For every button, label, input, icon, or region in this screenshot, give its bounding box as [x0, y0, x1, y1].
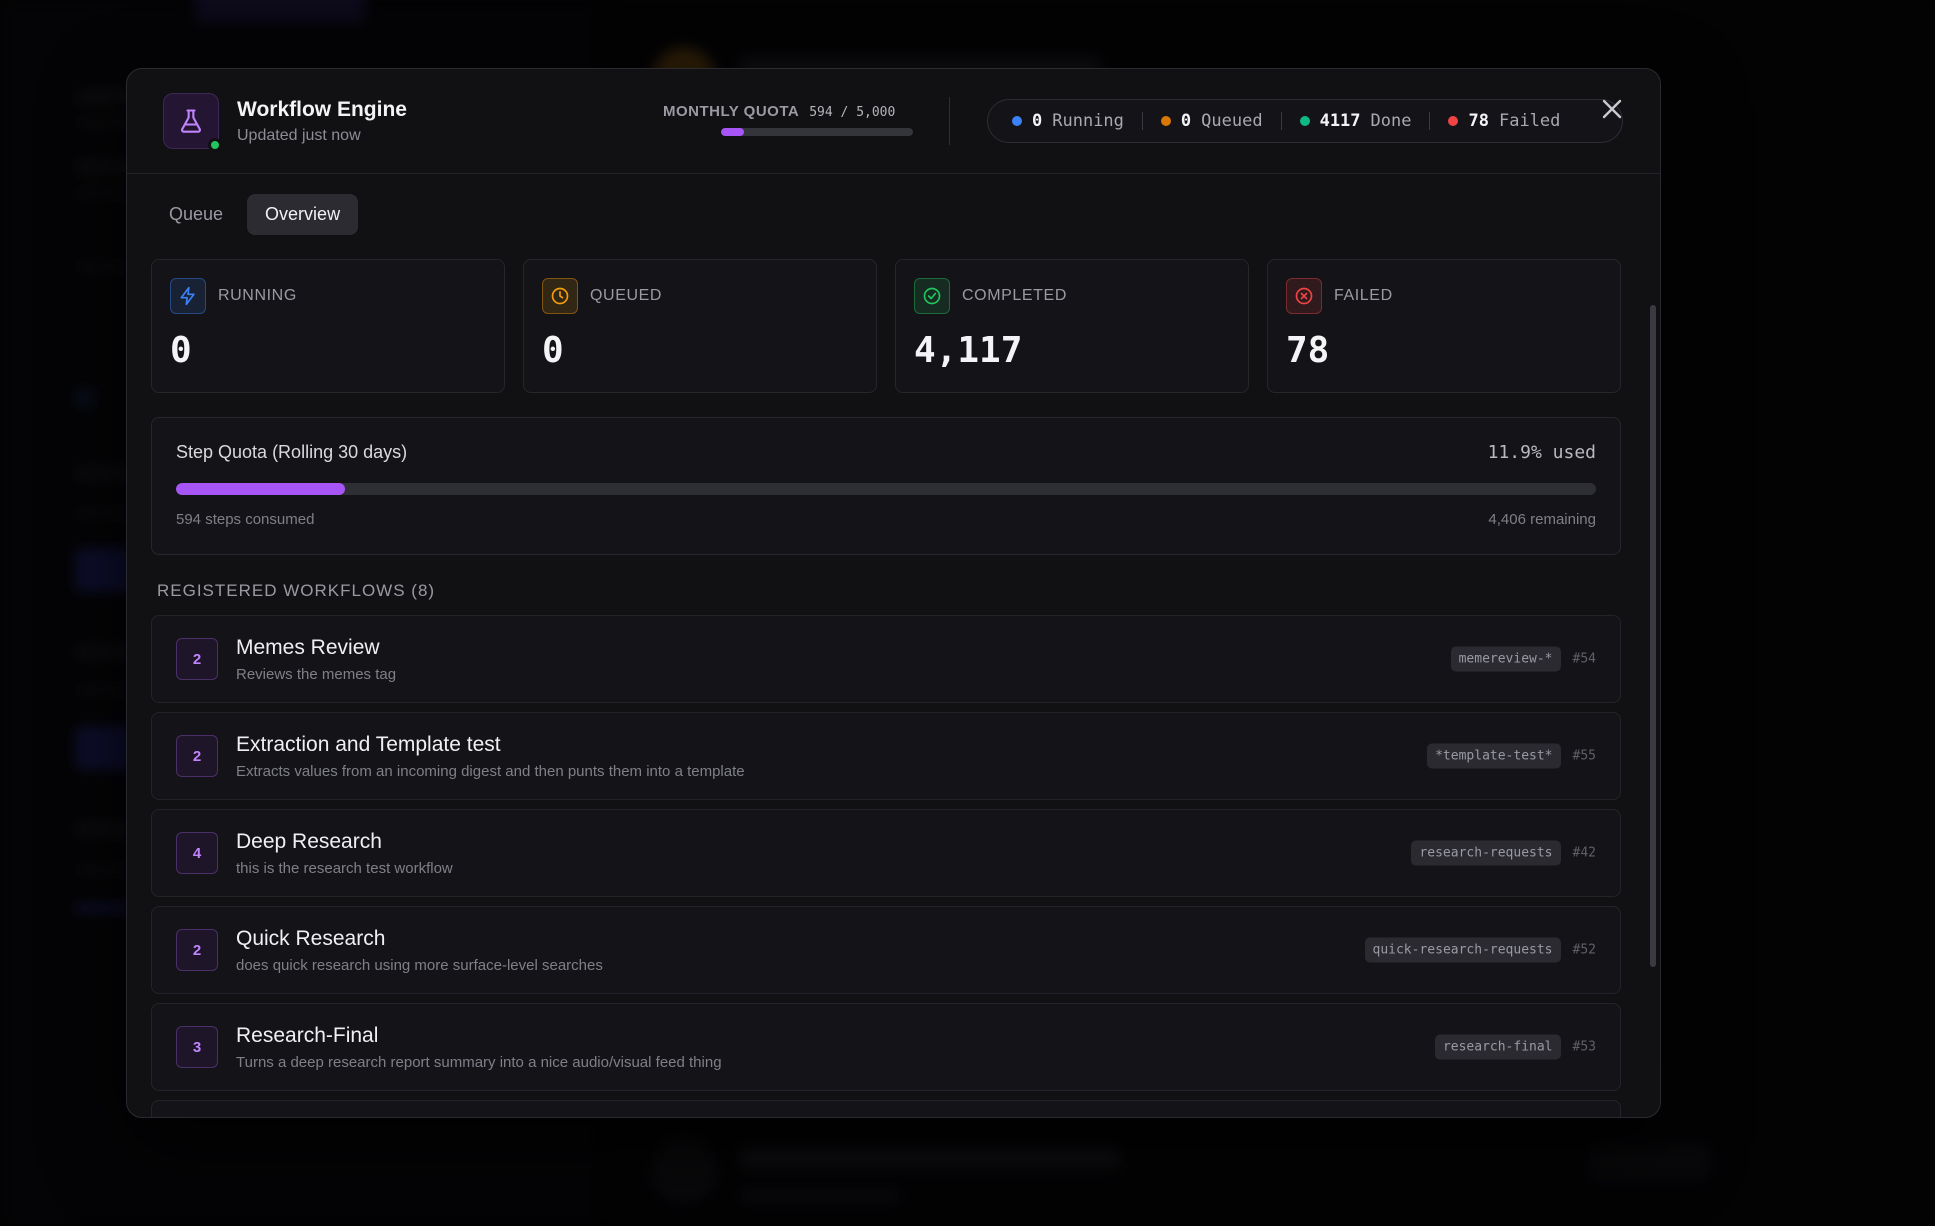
bolt-icon [170, 278, 206, 314]
workflow-trigger-tag: memereview-* [1450, 646, 1561, 672]
step-quota-used: 11.9% used [1487, 442, 1596, 463]
workflow-name: Research-Final [236, 1023, 379, 1047]
check-circle-icon [914, 278, 950, 314]
status-dot [1160, 116, 1171, 126]
status-queued: 0 Queued [1160, 111, 1263, 131]
monthly-quota-label: MONTHLY QUOTA [663, 103, 800, 120]
stat-cards: RUNNING 0 QUEUED 0 COMPLETED 4,117 FAILED 78 [151, 259, 1621, 393]
workflow-step-count: 3 [176, 1026, 218, 1068]
workflow-row[interactable]: 2 Memes Review Reviews the memes tag memere… [151, 615, 1621, 703]
workflow-id: #55 [1572, 748, 1596, 764]
status-label: Queued [1201, 111, 1263, 131]
stat-card-completed: COMPLETED 4,117 [895, 259, 1249, 393]
status-separator [1141, 112, 1143, 130]
workflow-step-count: 2 [176, 735, 218, 777]
workflow-name: Deep Research [236, 829, 382, 853]
status-dot [1012, 116, 1022, 126]
workflow-name: Extraction and Template test [236, 732, 501, 756]
status-count: 0 [1032, 111, 1043, 131]
status-dot [1299, 116, 1310, 126]
scrollbar[interactable] [1650, 305, 1656, 967]
workflow-trigger-tag: quick-research-requests [1364, 937, 1561, 963]
status-separator [1280, 112, 1282, 130]
monthly-quota-value: 594 / 5,000 [809, 105, 896, 120]
workflow-id: #54 [1572, 651, 1596, 667]
status-done: 4117 Done [1299, 111, 1412, 131]
status-count: 0 [1180, 111, 1192, 131]
status-count: 4117 [1319, 111, 1361, 131]
stat-card-label: QUEUED [590, 287, 663, 304]
modal-title: Workflow Engine [237, 97, 407, 121]
step-quota-fill [176, 483, 345, 495]
stat-card-failed: FAILED 78 [1267, 259, 1621, 393]
workflow-description: does quick research using more surface-l… [236, 956, 603, 974]
workflow-step-count: 2 [176, 929, 218, 971]
workflow-name: Quick Research [236, 926, 386, 950]
close-button[interactable] [1598, 95, 1626, 123]
workflow-list: 2 Memes Review Reviews the memes tag memere… [151, 615, 1621, 1117]
stat-card-queued: QUEUED 0 [523, 259, 877, 393]
workflow-trigger-tag: *template-test* [1427, 743, 1561, 769]
stat-card-value: 0 [542, 330, 564, 371]
workflow-id: #42 [1572, 845, 1596, 861]
tab-queue[interactable]: Queue [151, 194, 241, 235]
x-circle-icon [1286, 278, 1322, 314]
status-running: 0 Running [1012, 111, 1124, 131]
workflow-trigger-tag: research-final [1434, 1034, 1561, 1060]
workflow-step-count: 4 [176, 832, 218, 874]
monthly-quota: MONTHLY QUOTA 594 / 5,000 [663, 103, 913, 136]
workflow-row[interactable]: 3 Research-Final Turns a deep research rep… [151, 1003, 1621, 1091]
status-label: Failed [1498, 111, 1561, 131]
workflow-row[interactable]: 4 Deep Research this is the research test … [151, 809, 1621, 897]
stat-card-label: COMPLETED [962, 287, 1067, 304]
workflow-row[interactable]: 2 Extraction and Template test Extracts va… [151, 712, 1621, 800]
workflow-description: this is the research test workflow [236, 859, 453, 877]
close-icon [1602, 99, 1622, 119]
status-summary: 0 Running 0 Queued 4117 Done 78 Failed [987, 99, 1623, 143]
modal-header: Workflow Engine Updated just now MONTHLY… [127, 69, 1660, 174]
workflow-description: Reviews the memes tag [236, 665, 397, 683]
stat-card-label: RUNNING [218, 287, 297, 304]
stat-card-running: RUNNING 0 [151, 259, 505, 393]
stat-card-value: 4,117 [914, 330, 1023, 371]
online-status-dot [208, 138, 222, 152]
status-count: 78 [1468, 111, 1489, 131]
workflow-row[interactable]: 2 Quick Research does quick research using… [151, 906, 1621, 994]
steps-remaining: 4,406 remaining [1488, 511, 1596, 528]
modal-subtitle: Updated just now [237, 126, 361, 144]
workflow-id: #52 [1572, 942, 1596, 958]
workflow-description: Turns a deep research report summary int… [236, 1053, 722, 1071]
status-separator [1429, 112, 1431, 130]
header-divider [949, 97, 950, 145]
workflows-section-title: REGISTERED WORKFLOWS (8) [157, 581, 436, 600]
status-failed: 78 Failed [1448, 111, 1560, 131]
flask-icon [163, 93, 222, 152]
step-quota-panel: Step Quota (Rolling 30 days) 11.9% used … [151, 417, 1621, 555]
step-quota-title: Step Quota (Rolling 30 days) [176, 442, 408, 462]
clock-icon [542, 278, 578, 314]
tab-bar: Queue Overview [151, 194, 359, 235]
step-quota-bar [176, 483, 1596, 495]
monthly-quota-bar [721, 128, 913, 136]
workflow-name: Memes Review [236, 635, 380, 659]
tab-overview[interactable]: Overview [247, 194, 359, 235]
workflow-engine-modal: Workflow Engine Updated just now MONTHLY… [126, 68, 1661, 1118]
workflow-description: Extracts values from an incoming digest … [236, 762, 745, 780]
status-label: Running [1052, 111, 1124, 131]
status-dot [1448, 116, 1459, 126]
stat-card-value: 78 [1286, 330, 1330, 371]
stat-card-value: 0 [170, 330, 192, 371]
workflow-row[interactable] [151, 1100, 1621, 1117]
status-label: Done [1370, 111, 1412, 131]
stat-card-label: FAILED [1334, 287, 1393, 304]
steps-consumed: 594 steps consumed [176, 511, 315, 528]
monthly-quota-fill [721, 128, 744, 136]
workflow-id: #53 [1572, 1039, 1596, 1055]
workflow-step-count: 2 [176, 638, 218, 680]
workflow-trigger-tag: research-requests [1411, 840, 1561, 866]
